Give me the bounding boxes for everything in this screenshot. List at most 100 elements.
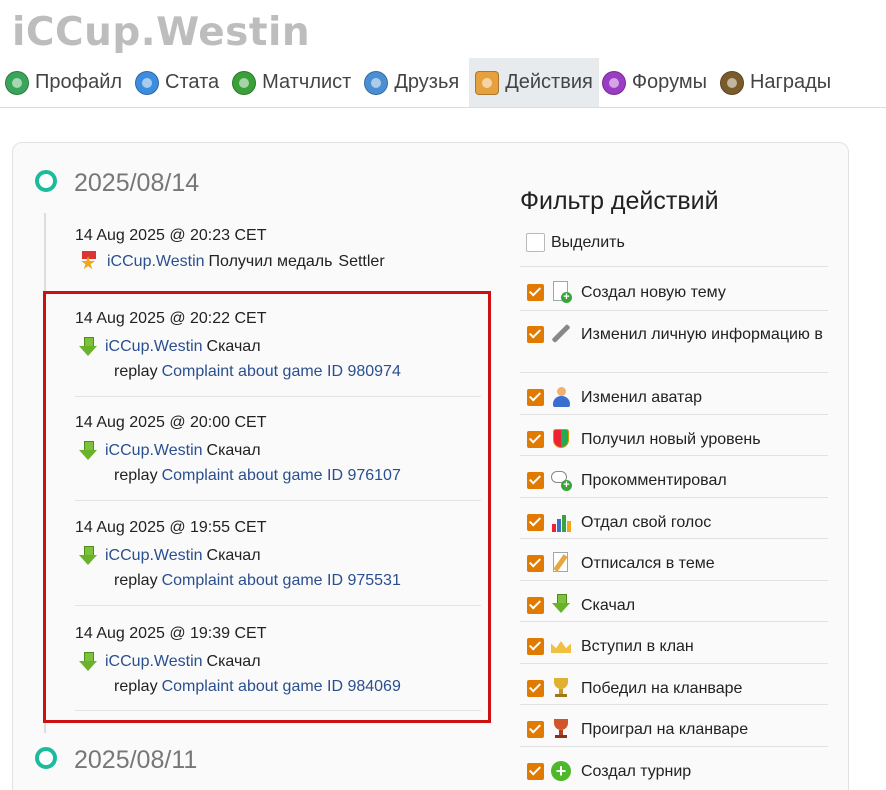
activity-entry: 14 Aug 2025 @ 19:55 CET iCCup.Westin Ска… bbox=[75, 519, 481, 619]
filter-label: Победил на кланваре bbox=[581, 680, 743, 697]
checkbox-checked-icon[interactable] bbox=[527, 721, 544, 738]
replay-link[interactable]: Complaint about game ID 975531 bbox=[162, 572, 401, 589]
timeline-date: 2025/08/14 bbox=[74, 169, 200, 197]
replay-line: replay Complaint about game ID 975531 bbox=[114, 572, 401, 590]
filter-item-tournament[interactable]: + Создал турнир bbox=[520, 761, 830, 783]
filter-divider bbox=[520, 663, 828, 664]
profile-nav: Профайл Стата Матчлист Друзья Действия Ф… bbox=[0, 58, 886, 108]
download-icon bbox=[79, 337, 97, 357]
filter-label: Получил новый уровень bbox=[581, 431, 761, 448]
user-link[interactable]: iCCup.Westin bbox=[107, 253, 205, 271]
user-link[interactable]: iCCup.Westin bbox=[105, 442, 203, 460]
filter-item-vote[interactable]: Отдал свой голос bbox=[520, 514, 830, 534]
tab-profile[interactable]: Профайл bbox=[2, 58, 132, 107]
tab-label: Награды bbox=[749, 71, 832, 93]
filter-divider bbox=[520, 372, 828, 373]
checkbox-checked-icon[interactable] bbox=[527, 555, 544, 572]
filter-item-clan-join[interactable]: Вступил в клан bbox=[520, 638, 830, 658]
entry-time: 14 Aug 2025 @ 19:55 CET bbox=[75, 519, 267, 536]
entry-divider bbox=[75, 710, 481, 711]
replay-link[interactable]: Complaint about game ID 980974 bbox=[162, 363, 401, 380]
replay-prefix: replay bbox=[114, 363, 158, 380]
friends-icon bbox=[364, 70, 389, 95]
action-text: Получил медаль bbox=[208, 253, 333, 270]
tab-actions[interactable]: Действия bbox=[469, 58, 599, 107]
entry-time: 14 Aug 2025 @ 20:00 CET bbox=[75, 414, 267, 431]
entry-action-line: iCCup.Westin Скачал bbox=[79, 546, 261, 566]
filter-item-post[interactable]: Отписался в теме bbox=[520, 552, 830, 575]
entry-time: 14 Aug 2025 @ 20:23 CET bbox=[75, 227, 267, 244]
filter-divider bbox=[520, 266, 828, 267]
filter-label: Прокомментировал bbox=[581, 472, 727, 489]
filter-label: Создал турнир bbox=[581, 763, 692, 780]
clan-crown-icon bbox=[550, 635, 572, 657]
tab-forums[interactable]: Форумы bbox=[599, 58, 717, 107]
tab-matchlist[interactable]: Матчлист bbox=[229, 58, 361, 107]
page-title: iCCup.Westin bbox=[12, 10, 311, 55]
forums-icon bbox=[601, 70, 626, 95]
filter-divider bbox=[520, 414, 828, 415]
filter-item-comment[interactable]: + Прокомментировал bbox=[520, 469, 830, 492]
user-link[interactable]: iCCup.Westin bbox=[105, 653, 203, 671]
post-edit-icon bbox=[550, 552, 572, 574]
checkbox-empty-icon[interactable] bbox=[526, 233, 545, 252]
level-shield-icon bbox=[550, 428, 572, 450]
filter-item-download[interactable]: Скачал bbox=[520, 594, 830, 617]
checkbox-checked-icon[interactable] bbox=[527, 638, 544, 655]
checkbox-checked-icon[interactable] bbox=[527, 763, 544, 780]
checkbox-checked-icon[interactable] bbox=[527, 472, 544, 489]
tab-awards[interactable]: Награды bbox=[717, 58, 841, 107]
checkbox-checked-icon[interactable] bbox=[527, 597, 544, 614]
actions-card: 2025/08/14 14 Aug 2025 @ 20:23 CET iCCup… bbox=[12, 142, 849, 790]
tab-label: Друзья bbox=[394, 71, 460, 93]
select-all-label: Выделить bbox=[551, 233, 625, 251]
filter-item-clanwar-win[interactable]: Победил на кланваре bbox=[520, 678, 830, 700]
filter-item-clanwar-loss[interactable]: Проиграл на кланваре bbox=[520, 719, 830, 741]
tab-label: Стата bbox=[165, 71, 220, 93]
tab-label: Матчлист bbox=[262, 71, 352, 93]
tab-friends[interactable]: Друзья bbox=[361, 58, 469, 107]
replay-link[interactable]: Complaint about game ID 976107 bbox=[162, 467, 401, 484]
entry-divider bbox=[75, 500, 481, 501]
actions-icon bbox=[475, 70, 500, 95]
entry-time: 14 Aug 2025 @ 19:39 CET bbox=[75, 625, 267, 642]
checkbox-checked-icon[interactable] bbox=[527, 326, 544, 343]
replay-link[interactable]: Complaint about game ID 984069 bbox=[162, 678, 401, 695]
filter-item-avatar[interactable]: Изменил аватар bbox=[520, 386, 830, 409]
vote-chart-icon bbox=[550, 511, 572, 533]
action-text: Скачал bbox=[206, 653, 261, 670]
filter-item-edit-info[interactable]: Изменил личную информацию в bbox=[520, 323, 830, 346]
filter-divider bbox=[520, 310, 828, 311]
checkbox-checked-icon[interactable] bbox=[527, 680, 544, 697]
checkbox-checked-icon[interactable] bbox=[527, 514, 544, 531]
timeline-dot-icon bbox=[35, 747, 57, 769]
comment-icon: + bbox=[550, 469, 572, 491]
entry-action-line: iCCup.Westin Скачал bbox=[79, 652, 261, 672]
activity-entry: 14 Aug 2025 @ 20:23 CET iCCup.Westin Пол… bbox=[75, 227, 481, 287]
filter-title: Фильтр действий bbox=[520, 187, 719, 215]
filter-item-level[interactable]: Получил новый уровень bbox=[520, 428, 830, 451]
download-icon bbox=[550, 594, 572, 616]
download-icon bbox=[79, 441, 97, 461]
filter-label: Скачал bbox=[581, 597, 636, 614]
checkbox-checked-icon[interactable] bbox=[527, 389, 544, 406]
filter-divider bbox=[520, 455, 828, 456]
user-link[interactable]: iCCup.Westin bbox=[105, 547, 203, 565]
entry-action-line: iCCup.Westin Скачал bbox=[79, 337, 261, 357]
filter-label: Отдал свой голос bbox=[581, 514, 712, 531]
filter-label: Вступил в клан bbox=[581, 638, 694, 655]
checkbox-checked-icon[interactable] bbox=[527, 284, 544, 301]
select-all-checkbox[interactable]: Выделить bbox=[526, 233, 625, 252]
filter-label: Изменил аватар bbox=[581, 389, 702, 406]
activity-entry: 14 Aug 2025 @ 20:00 CET iCCup.Westin Ска… bbox=[75, 414, 481, 514]
checkbox-checked-icon[interactable] bbox=[527, 431, 544, 448]
download-icon bbox=[79, 546, 97, 566]
avatar-icon bbox=[550, 386, 572, 408]
filter-label: Проиграл на кланваре bbox=[581, 721, 749, 738]
filter-label: Отписался в теме bbox=[581, 555, 715, 572]
tab-stats[interactable]: Стата bbox=[132, 58, 229, 107]
filter-divider bbox=[520, 497, 828, 498]
filter-divider bbox=[520, 580, 828, 581]
filter-item-new-topic[interactable]: + Создал новую тему bbox=[520, 281, 830, 304]
user-link[interactable]: iCCup.Westin bbox=[105, 338, 203, 356]
